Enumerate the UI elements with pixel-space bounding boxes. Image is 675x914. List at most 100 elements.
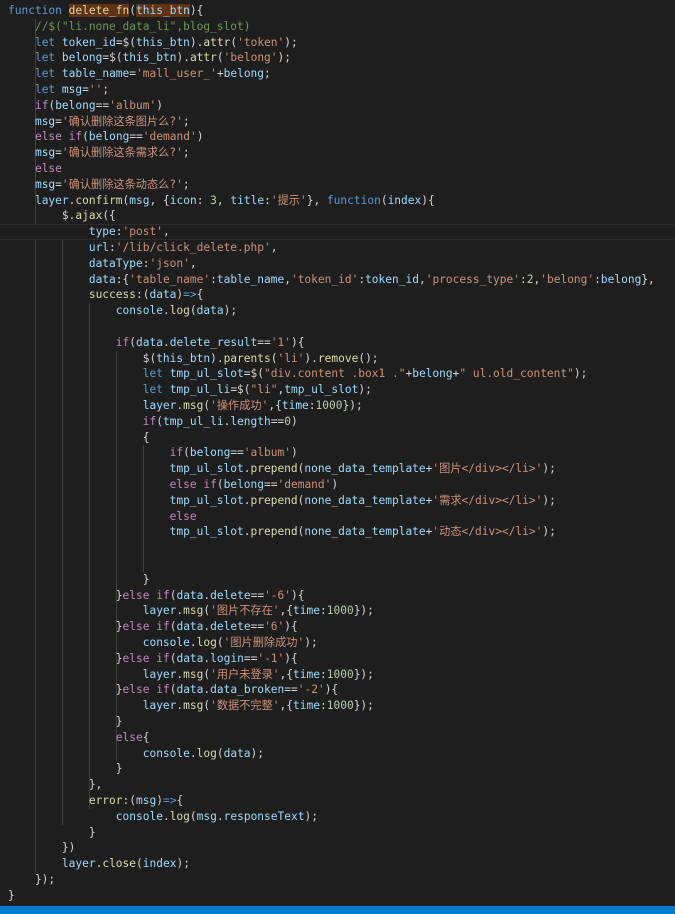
code-token: this_btn — [136, 4, 190, 17]
code-line[interactable]: if(belong=='album') — [0, 445, 675, 461]
code-token: }, — [641, 272, 655, 286]
code-line[interactable]: } — [0, 714, 675, 730]
code-token: ( — [216, 746, 224, 760]
code-line[interactable]: }, — [0, 777, 675, 793]
code-token: ,{ — [279, 699, 294, 713]
code-line[interactable]: layer.msg('数据不完整',{time:1000}); — [0, 698, 675, 714]
code-line[interactable]: let msg=''; — [0, 82, 675, 98]
code-line[interactable] — [0, 540, 675, 556]
code-line[interactable]: console.log(msg.responseText); — [0, 809, 675, 825]
code-line[interactable]: msg='确认删除这条动态么?'; — [0, 177, 675, 193]
code-token: { — [196, 288, 204, 302]
code-token: "div.content .box1 ." — [264, 367, 406, 381]
code-token: ) — [331, 478, 339, 491]
code-line[interactable]: else if(belong=='demand') — [0, 477, 675, 493]
code-token: $. — [8, 209, 76, 223]
code-line[interactable]: }); — [0, 872, 675, 888]
code-line[interactable]: error:(msg)=>{ — [0, 793, 675, 809]
code-token: if — [156, 588, 170, 602]
code-token: data — [88, 272, 116, 286]
code-line[interactable]: }else if(data.delete=='-6'){ — [0, 588, 675, 604]
code-line[interactable]: else — [0, 161, 675, 177]
code-token: token_id — [61, 35, 116, 49]
code-line[interactable]: tmp_ul_slot.prepend(none_data_template+'… — [0, 524, 675, 540]
code-line[interactable]: data:{'table_name':table_name,'token_id'… — [0, 272, 675, 288]
code-token: msg — [136, 794, 157, 807]
code-line[interactable]: }else if(data.data_broken=='-2'){ — [0, 682, 675, 698]
code-line[interactable]: let belong=$(this_btn).attr('belong'); — [0, 50, 675, 66]
code-token: = — [82, 83, 89, 96]
code-token: ({ — [102, 209, 116, 223]
code-line[interactable]: tmp_ul_slot.prepend(none_data_template+'… — [0, 493, 675, 509]
code-token: . — [243, 525, 251, 539]
code-line[interactable]: { — [0, 430, 675, 446]
code-token: '用户未登录' — [210, 667, 280, 681]
code-line[interactable]: msg='确认删除这条需求么?'; — [0, 145, 675, 161]
code-line[interactable]: console.log('图片删除成功'); — [0, 635, 675, 651]
code-line[interactable]: console.log(data); — [0, 746, 675, 762]
code-line[interactable]: else — [0, 509, 675, 525]
code-line[interactable]: layer.msg('操作成功',{time:1000}); — [0, 398, 675, 414]
code-token: 'belong' — [223, 51, 278, 65]
code-line[interactable]: let table_name='mall_user_'+belong; — [0, 66, 675, 82]
code-token: ); — [277, 51, 292, 65]
code-line[interactable] — [0, 556, 675, 572]
code-line[interactable]: }) — [0, 840, 675, 856]
code-editor[interactable]: function delete_fn(this_btn){ //$("li.no… — [0, 0, 675, 906]
code-line[interactable]: dataType:'json', — [0, 256, 675, 272]
code-token: 'demand' — [277, 478, 332, 491]
code-line[interactable]: let token_id=$(this_btn).attr('token'); — [0, 35, 675, 51]
code-token: ); — [573, 367, 588, 381]
code-line[interactable]: console.log(data); — [0, 303, 675, 319]
code-line[interactable]: let tmp_ul_li=$("li",tmp_ul_slot); — [0, 382, 675, 398]
code-line[interactable]: if(tmp_ul_li.length==0) — [0, 414, 675, 430]
code-line[interactable]: layer.close(index); — [0, 856, 675, 872]
code-line[interactable]: layer.msg('用户未登录',{time:1000}); — [0, 667, 675, 683]
code-line[interactable]: url:'/lib/click_delete.php', — [0, 240, 675, 256]
code-token: parents — [223, 351, 271, 365]
code-line[interactable]: //$("li.none_data_li",blog_slot) — [0, 19, 675, 35]
code-line[interactable]: msg='确认删除这条图片么?'; — [0, 114, 675, 130]
code-token: ) — [196, 130, 204, 144]
code-line[interactable]: else{ — [0, 730, 675, 746]
code-line[interactable] — [0, 319, 675, 335]
code-line[interactable]: }else if(data.login=='-1'){ — [0, 651, 675, 667]
code-line[interactable]: } — [0, 825, 675, 841]
code-line[interactable]: layer.confirm(msg, {icon: 3, title:'提示'}… — [0, 193, 675, 209]
code-token: }, — [8, 778, 103, 792]
code-line[interactable]: function delete_fn(this_btn){ — [0, 3, 675, 19]
code-line[interactable]: if(data.delete_result=='1'){ — [0, 335, 675, 351]
code-line[interactable]: type:'post', — [0, 224, 675, 241]
code-line[interactable]: } — [0, 761, 675, 777]
code-line[interactable]: let tmp_ul_slot=$("div.content .box1 ."+… — [0, 366, 675, 382]
code-token: ); — [250, 746, 265, 760]
code-token: tmp_ul_slot — [169, 525, 244, 539]
code-line[interactable]: success:(data)=>{ — [0, 287, 675, 303]
code-line[interactable]: if(belong=='album') — [0, 98, 675, 114]
code-token: console — [142, 636, 190, 649]
code-line[interactable]: }else if(data.delete=='6'){ — [0, 619, 675, 635]
code-line[interactable]: $(this_btn).parents('li').remove(); — [0, 351, 675, 367]
code-line[interactable]: tmp_ul_slot.prepend(none_data_template+'… — [0, 461, 675, 477]
code-token: => — [183, 288, 197, 302]
code-token: ){ — [284, 651, 298, 665]
code-token: 'json' — [149, 256, 190, 270]
code-token: ; — [182, 177, 190, 191]
code-line[interactable]: } — [0, 572, 675, 588]
code-line[interactable]: $.ajax({ — [0, 208, 675, 224]
code-token: ( — [156, 414, 163, 428]
code-line[interactable]: else if(belong=='demand') — [0, 129, 675, 145]
code-token: =$( — [115, 35, 137, 49]
code-line[interactable]: } — [0, 888, 675, 904]
code-line[interactable]: layer.msg('图片不存在',{time:1000}); — [0, 603, 675, 619]
code-token: prepend — [250, 525, 298, 539]
code-token: msg — [196, 809, 217, 823]
code-token: msg — [34, 146, 56, 160]
code-token: '-1' — [257, 651, 285, 665]
code-token: => — [162, 794, 177, 807]
code-token: ) — [290, 414, 298, 428]
